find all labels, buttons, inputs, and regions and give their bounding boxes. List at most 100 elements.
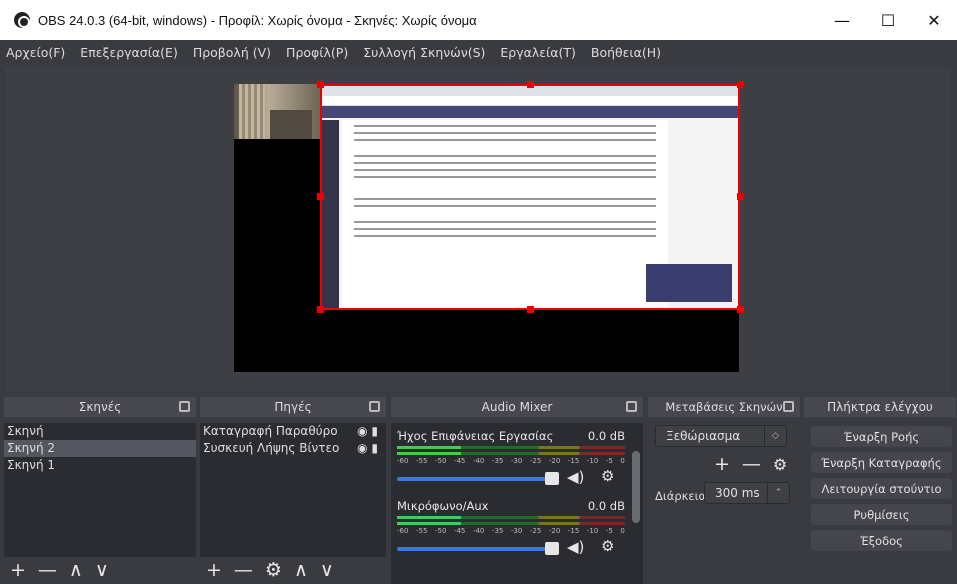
scenes-dock-title: Σκηνές (4, 397, 196, 417)
sources-toolbar: + — ⚙ ∧ ∨ (200, 557, 386, 583)
studio-mode-button[interactable]: Λειτουργία στούντιο (811, 478, 952, 499)
visibility-eye-icon[interactable]: ◉ ▮ (357, 423, 378, 440)
settings-gear-icon[interactable]: ⚙ (601, 467, 614, 485)
source-label: Συσκευή Λήψης Βίντεο (203, 441, 340, 455)
transitions-dock-title: Μεταβάσεις Σκηνών (648, 397, 800, 417)
controls-dock-title: Πλήκτρα ελέγχου (804, 397, 956, 417)
mixer-body: Ήχος Επιφάνειας Εργασίας 0.0 dB -60 -55 -50… (391, 423, 643, 584)
track-db: 0.0 dB (587, 499, 625, 513)
meter-scale: -60 -55 -50 -45 -40 -35 -30 -25 -20 -15 -10 -5 0 (397, 457, 625, 465)
scene-item[interactable]: Σκηνή (4, 423, 196, 440)
meter-scale: -60 -55 -50 -45 -40 -35 -30 -25 -20 -15 -10 -5 0 (397, 527, 625, 535)
controls-title: Πλήκτρα ελέγχου (827, 400, 933, 414)
move-down-icon[interactable]: ∨ (95, 559, 109, 581)
mixer-dock-title: Audio Mixer (391, 397, 643, 417)
start-streaming-button[interactable]: Έναρξη Ροής (811, 426, 952, 447)
sources-dock: Πηγές Καταγραφή Παραθύρου ◉ ▮ Συσκευή Λή… (200, 397, 386, 584)
speaker-icon[interactable]: ◀) (567, 538, 584, 556)
scene-item-selected[interactable]: Σκηνή 2 (4, 440, 196, 457)
obs-logo-icon (14, 12, 30, 28)
preview-canvas[interactable] (234, 81, 744, 372)
scenes-title: Σκηνές (78, 400, 122, 414)
undock-icon[interactable] (369, 401, 380, 412)
captured-address-bar (322, 96, 738, 106)
window-capture-source[interactable] (320, 84, 740, 310)
scenes-dock: Σκηνές Σκηνή Σκηνή 2 Σκηνή 1 + — ∧ ∨ (4, 397, 196, 584)
menu-file[interactable]: Αρχείο(F) (6, 45, 65, 60)
mixer-track: Ήχος Επιφάνειας Εργασίας 0.0 dB -60 -55 -50… (397, 429, 625, 486)
controls-dock: Πλήκτρα ελέγχου Έναρξη Ροής Έναρξη Καταγ… (804, 397, 956, 584)
sources-list: Καταγραφή Παραθύρου ◉ ▮ Συσκευή Λήψης Βί… (200, 423, 386, 557)
transitions-dock: Μεταβάσεις Σκηνών Ξεθώριασμα ◇ + — ⚙ Διά… (648, 397, 800, 584)
undock-icon[interactable] (626, 401, 637, 412)
undock-icon[interactable] (179, 401, 190, 412)
captured-app-rail (322, 120, 339, 308)
duration-label: Διάρκεια (655, 489, 707, 503)
duration-spinbox[interactable]: 300 ms ⌃ (704, 482, 790, 504)
start-recording-button[interactable]: Έναρξη Καταγραφής (811, 452, 952, 473)
source-item[interactable]: Συσκευή Λήψης Βίντεο ◉ ▮ (200, 440, 386, 457)
resize-handle-ml[interactable] (317, 193, 324, 200)
volume-meter (397, 446, 625, 449)
resize-handle-tm[interactable] (527, 81, 534, 88)
preview-area[interactable] (5, 67, 951, 392)
resize-handle-mr[interactable] (737, 193, 744, 200)
minimize-button[interactable]: — (819, 0, 865, 40)
settings-gear-icon[interactable]: ⚙ (601, 537, 614, 555)
resize-handle-tl[interactable] (317, 81, 324, 88)
remove-icon[interactable]: — (38, 559, 57, 581)
undock-icon[interactable] (783, 401, 794, 412)
maximize-button[interactable]: ☐ (865, 0, 911, 40)
resize-handle-br[interactable] (737, 306, 744, 313)
slider-knob[interactable] (545, 472, 559, 485)
captured-app-header (322, 106, 738, 118)
properties-gear-icon[interactable]: ⚙ (265, 559, 282, 581)
scene-item[interactable]: Σκηνή 1 (4, 457, 196, 474)
menu-help[interactable]: Βοήθεια(H) (591, 45, 661, 60)
menu-profile[interactable]: Προφίλ(P) (286, 45, 348, 60)
menu-scene-collection[interactable]: Συλλογή Σκηνών(S) (363, 45, 485, 60)
scenes-toolbar: + — ∧ ∨ (4, 557, 196, 583)
track-name: Μικρόφωνο/Aux (397, 499, 489, 513)
duration-value: 300 ms (715, 486, 760, 500)
move-up-icon[interactable]: ∧ (69, 559, 83, 581)
transition-select-value: Ξεθώριασμα (666, 429, 741, 443)
add-icon[interactable]: + (10, 559, 26, 581)
resize-handle-bl[interactable] (317, 306, 324, 313)
source-item[interactable]: Καταγραφή Παραθύρου ◉ ▮ (200, 423, 386, 440)
captured-notification (646, 264, 732, 302)
volume-slider[interactable] (397, 542, 559, 555)
slider-knob[interactable] (545, 542, 559, 555)
settings-button[interactable]: Ρυθμίσεις (811, 504, 952, 525)
webcam-source-image[interactable] (234, 84, 320, 139)
volume-slider[interactable] (397, 472, 559, 485)
menu-view[interactable]: Προβολή (V) (193, 45, 271, 60)
volume-meter (397, 516, 625, 519)
resize-handle-tr[interactable] (737, 81, 744, 88)
add-icon[interactable]: + (206, 559, 222, 581)
sources-title: Πηγές (274, 400, 312, 414)
menu-tools[interactable]: Εργαλεία(T) (500, 45, 575, 60)
volume-meter (397, 452, 625, 455)
title-bar: OBS 24.0.3 (64-bit, windows) - Προφίλ: Χ… (0, 0, 957, 40)
mixer-scrollbar[interactable] (632, 451, 640, 523)
remove-icon[interactable]: — (742, 453, 761, 475)
transition-select[interactable]: Ξεθώριασμα ◇ (655, 425, 787, 447)
menu-edit[interactable]: Επεξεργασία(E) (80, 45, 178, 60)
visibility-eye-icon[interactable]: ◉ ▮ (357, 440, 378, 457)
properties-gear-icon[interactable]: ⚙ (773, 455, 787, 474)
resize-handle-bm[interactable] (527, 306, 534, 313)
updown-icon[interactable]: ⌃ (767, 483, 789, 503)
sources-dock-title: Πηγές (200, 397, 386, 417)
close-button[interactable]: ✕ (911, 0, 957, 40)
updown-icon[interactable]: ◇ (764, 426, 786, 446)
move-down-icon[interactable]: ∨ (320, 559, 334, 581)
mixer-title: Audio Mixer (481, 400, 553, 414)
remove-icon[interactable]: — (234, 559, 253, 581)
move-up-icon[interactable]: ∧ (294, 559, 308, 581)
mixer-track: Μικρόφωνο/Aux 0.0 dB -60 -55 -50 -45 -40 -35 -3… (397, 499, 625, 556)
speaker-icon[interactable]: ◀) (567, 468, 584, 486)
add-icon[interactable]: + (714, 453, 730, 475)
captured-document (342, 120, 668, 308)
exit-button[interactable]: Έξοδος (811, 530, 952, 551)
